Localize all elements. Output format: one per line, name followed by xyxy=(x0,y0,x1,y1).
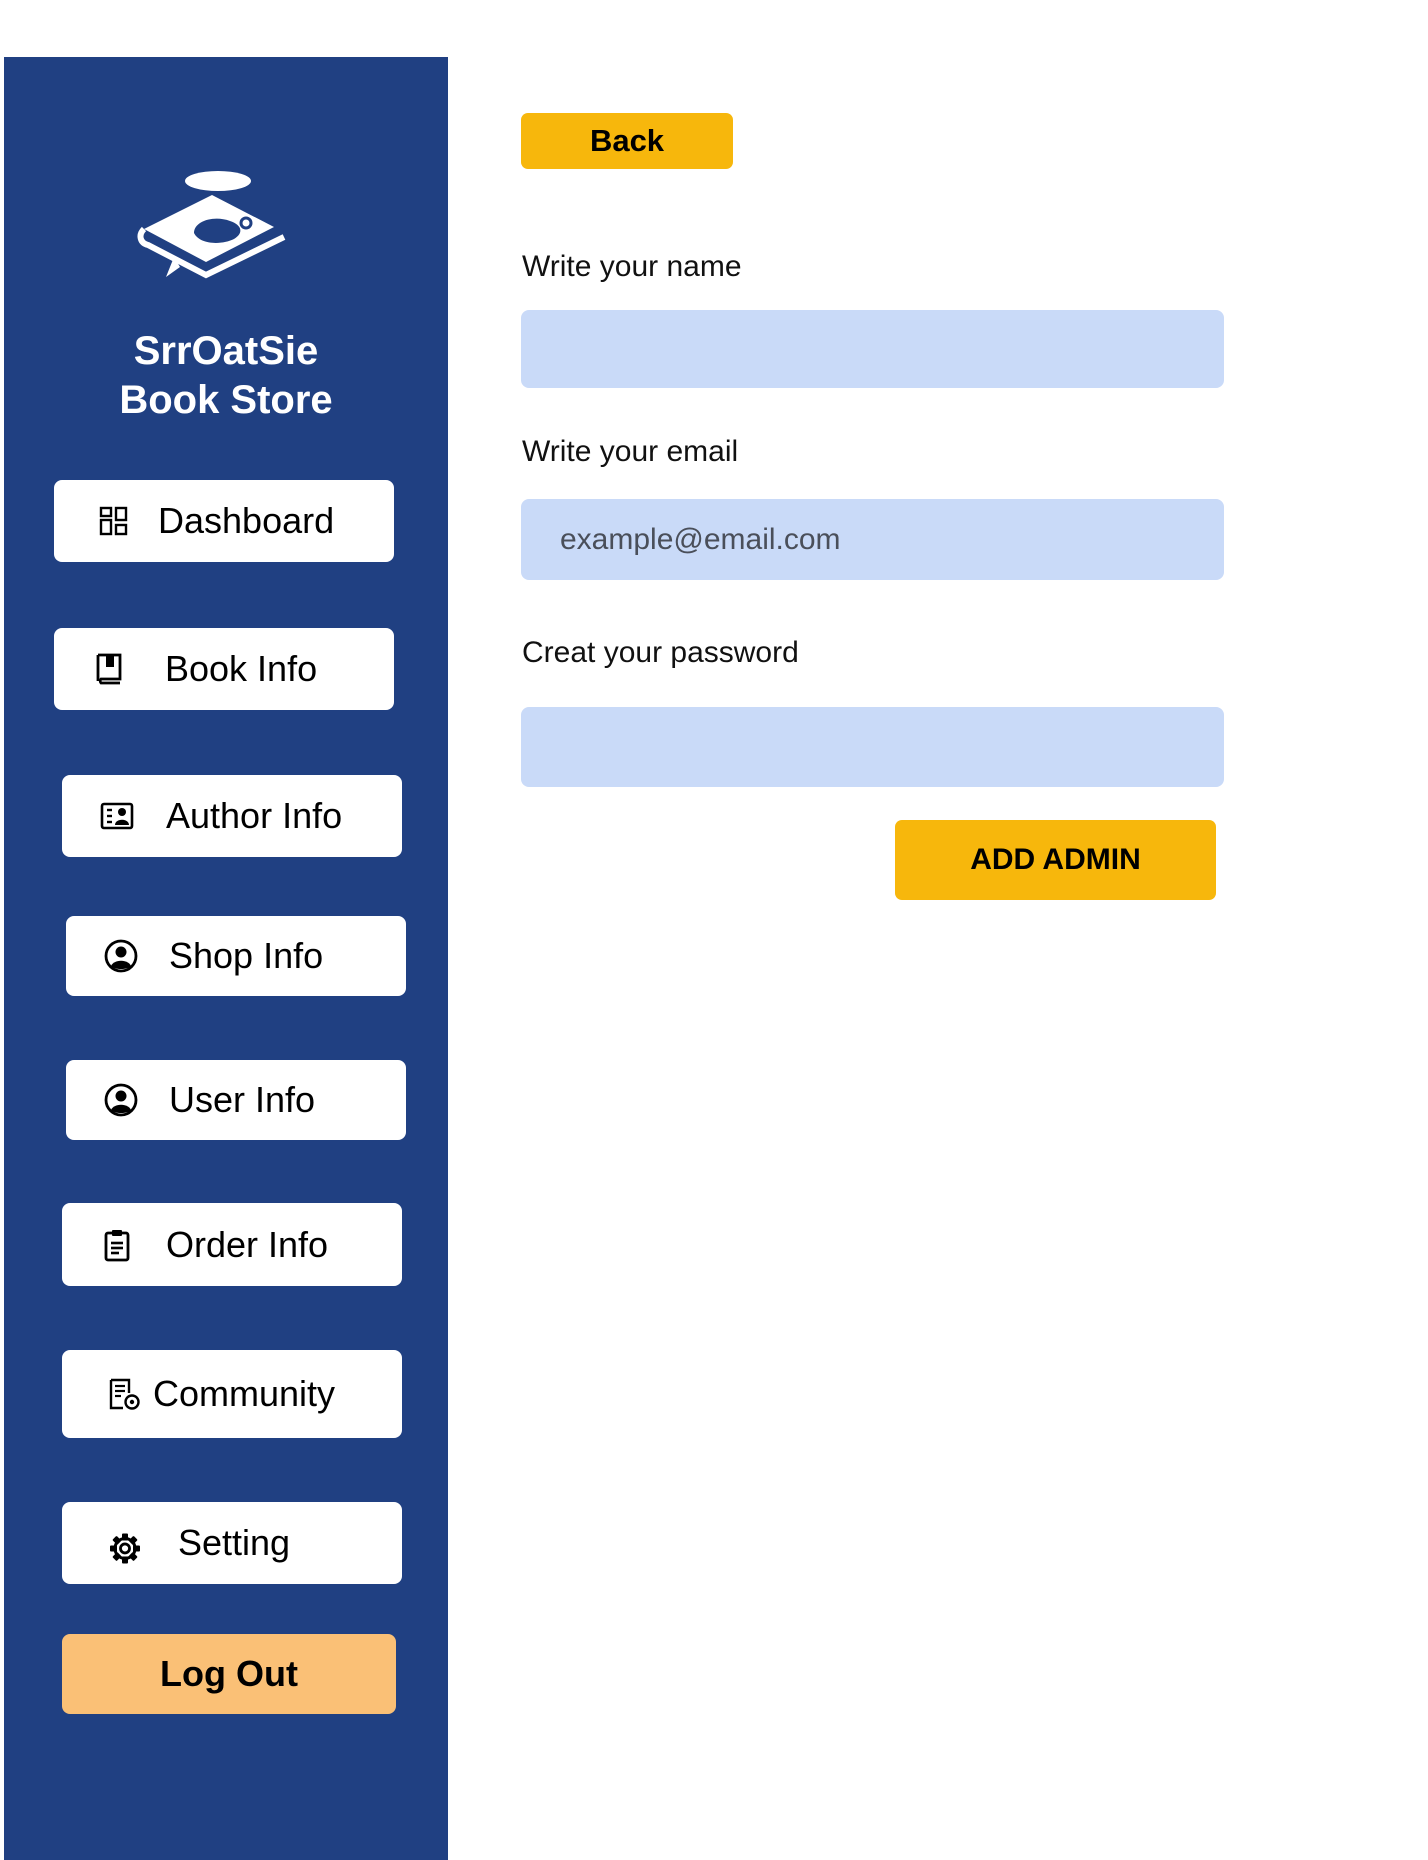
sidebar-item-book-info[interactable]: Book Info xyxy=(54,628,394,710)
email-label: Write your email xyxy=(522,435,739,468)
add-admin-button[interactable]: ADD ADMIN xyxy=(895,820,1216,900)
sidebar-item-label: Book Info xyxy=(165,648,318,689)
sidebar-item-label: Setting xyxy=(178,1522,291,1563)
password-label: Creat your password xyxy=(522,636,799,669)
sidebar-item-label: Dashboard xyxy=(158,500,335,541)
logout-button[interactable]: Log Out xyxy=(62,1634,396,1714)
back-button[interactable]: Back xyxy=(521,113,733,169)
sidebar-item-label: Order Info xyxy=(166,1223,329,1265)
user-circle-icon xyxy=(104,939,138,973)
gear-icon xyxy=(108,1531,142,1565)
name-field[interactable] xyxy=(521,310,1224,388)
sidebar-item-label: Community xyxy=(153,1373,336,1414)
clipboard-icon xyxy=(100,1228,134,1262)
sidebar-item-author-info[interactable]: Author Info xyxy=(62,775,402,857)
sidebar-item-shop-info[interactable]: Shop Info xyxy=(66,916,406,996)
brand-line-2: Book Store xyxy=(119,378,333,422)
brand-line-1: SrrOatSie xyxy=(133,329,319,373)
brand-name: SrrOatSie Book Store xyxy=(4,327,448,425)
sidebar-item-label: Shop Info xyxy=(169,935,324,976)
sidebar-item-community[interactable]: Community xyxy=(62,1350,402,1438)
sidebar-item-user-info[interactable]: User Info xyxy=(66,1060,406,1140)
book-icon xyxy=(92,652,126,686)
name-label: Write your name xyxy=(522,250,742,283)
dashboard-icon xyxy=(97,504,131,538)
sidebar-item-dashboard[interactable]: Dashboard xyxy=(54,480,394,562)
sidebar-item-setting[interactable]: Setting xyxy=(62,1502,402,1584)
sidebar-item-order-info[interactable]: Order Info xyxy=(62,1203,402,1286)
book-store-logo-icon xyxy=(134,167,294,287)
sidebar-item-label: User Info xyxy=(169,1079,316,1120)
sidebar: SrrOatSie Book Store Dashboard Book Info… xyxy=(4,57,448,1860)
password-field[interactable] xyxy=(521,707,1224,787)
sidebar-item-label: Author Info xyxy=(166,795,343,836)
document-settings-icon xyxy=(107,1377,141,1411)
user-circle-icon xyxy=(104,1083,138,1117)
email-field[interactable] xyxy=(521,499,1224,580)
contact-card-icon xyxy=(100,799,134,833)
